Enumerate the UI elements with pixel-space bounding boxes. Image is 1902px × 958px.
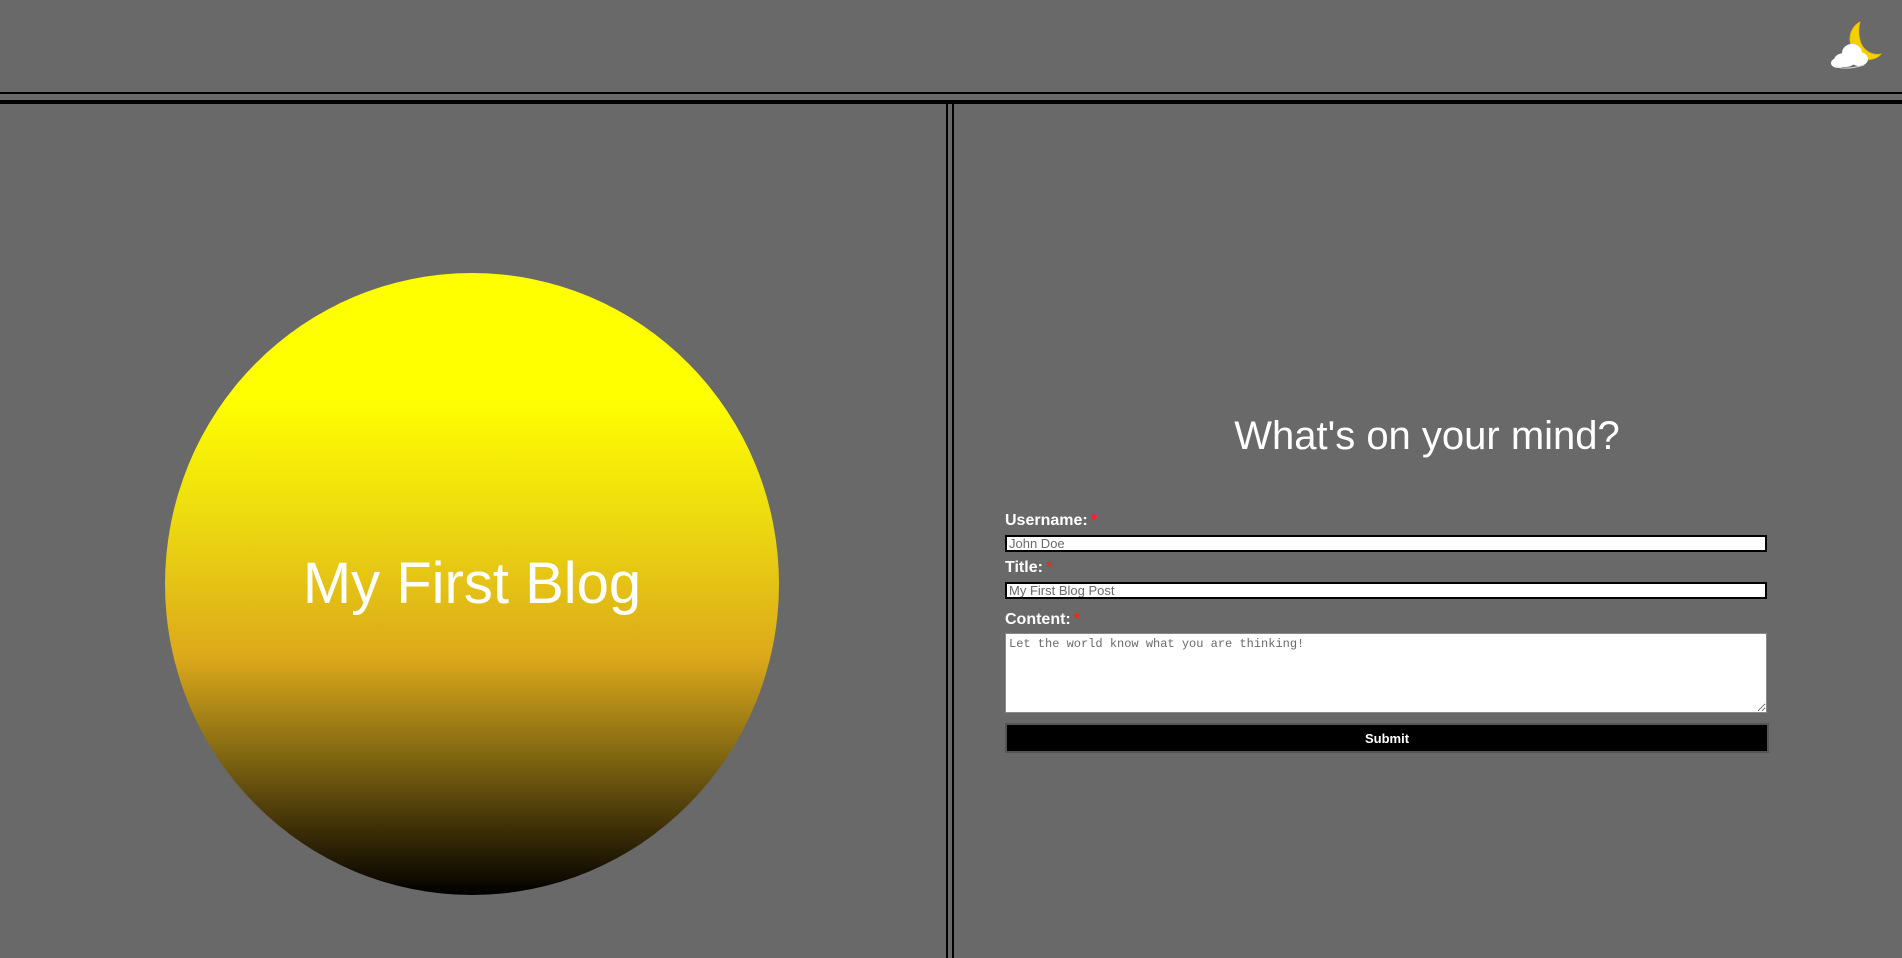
title-input[interactable] (1005, 582, 1767, 599)
content-label: Content: * (1005, 612, 1080, 628)
content-required-mark: * (1073, 611, 1080, 628)
hero-sun-circle: My First Blog (165, 273, 779, 895)
theme-toggle-button[interactable] (1828, 18, 1883, 72)
username-label-text: Username: (1005, 512, 1088, 529)
submit-button[interactable]: Submit (1005, 723, 1769, 753)
title-label-text: Title: (1005, 559, 1043, 576)
content-label-text: Content: (1005, 611, 1071, 628)
form-heading: What's on your mind? (1234, 414, 1620, 458)
hero-pane: My First Blog (0, 104, 946, 958)
moon-cloud-icon (1831, 21, 1883, 69)
title-label: Title: * (1005, 560, 1052, 576)
column-divider-left (946, 104, 948, 958)
post-form-pane: What's on your mind? Username:* Title:* … (954, 104, 1902, 958)
title-required-mark: * (1045, 559, 1053, 576)
page-header (0, 0, 1902, 92)
header-rule-top (0, 92, 1902, 94)
username-required-mark: * (1090, 512, 1097, 529)
content-textarea[interactable] (1005, 633, 1767, 713)
username-input[interactable] (1005, 535, 1767, 552)
blog-title: My First Blog (302, 551, 642, 616)
username-label: Username: * (1005, 513, 1097, 529)
